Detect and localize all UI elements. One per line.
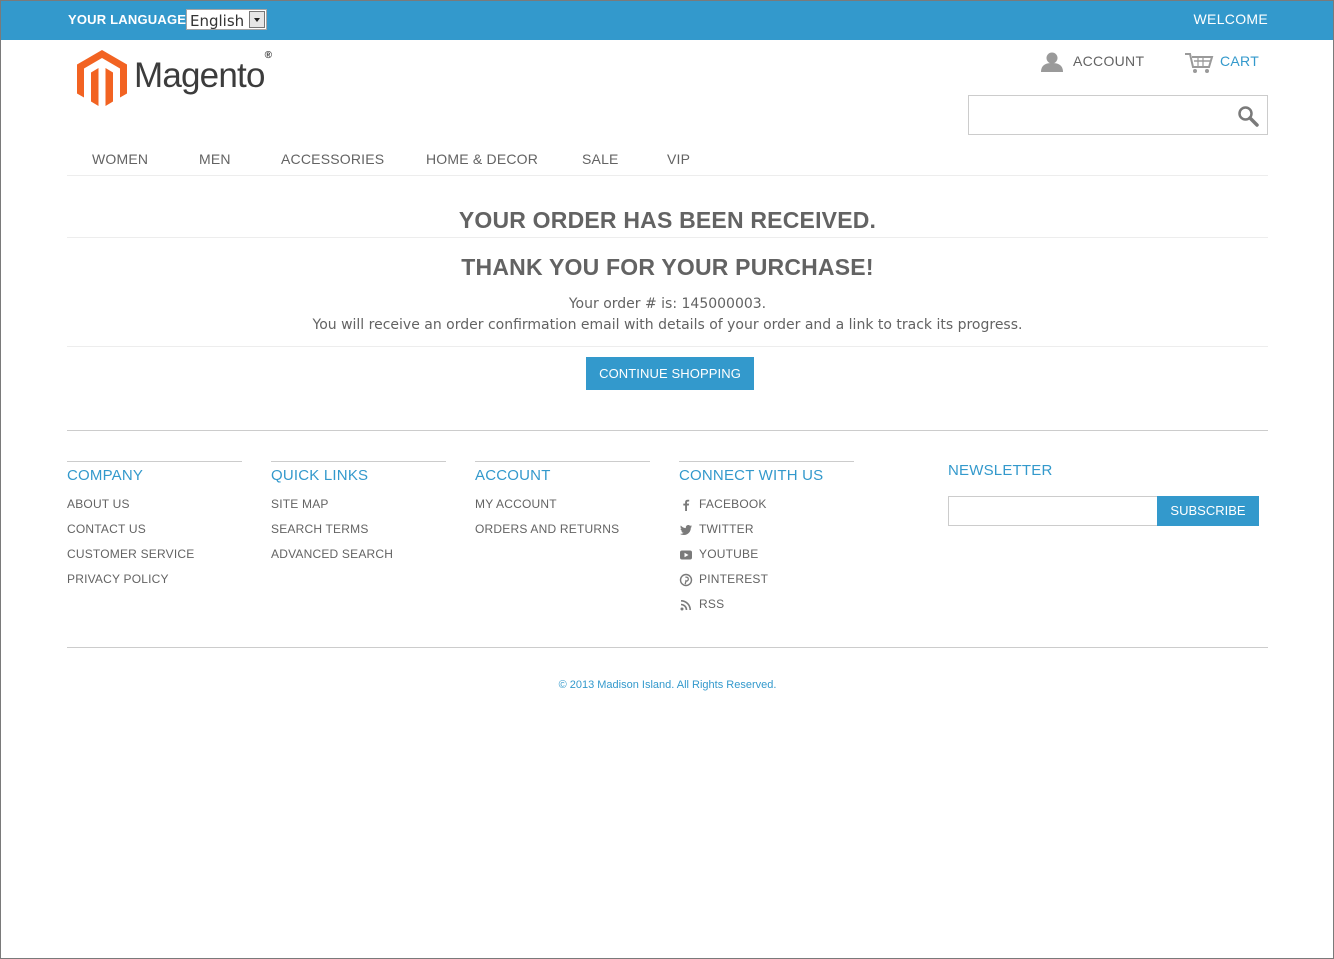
footer-column-title: ACCOUNT [475, 461, 650, 489]
cart-icon [1185, 53, 1214, 73]
footer-link-twitter[interactable]: TWITTER [679, 522, 854, 547]
nav-item-home-decor[interactable]: HOME & DECOR [426, 151, 538, 167]
footer-divider [67, 430, 1268, 431]
footer-column-title: QUICK LINKS [271, 461, 446, 489]
copyright-text: © 2013 Madison Island. All Rights Reserv… [558, 679, 777, 691]
footer-link-youtube[interactable]: YOUTUBE [679, 547, 854, 572]
footer-link-site-map[interactable]: SITE MAP [271, 497, 446, 522]
cart-label: CART [1220, 53, 1260, 69]
footer-column-title: COMPANY [67, 461, 242, 489]
nav-item-accessories[interactable]: ACCESSORIES [281, 151, 384, 167]
divider [67, 346, 1268, 347]
magento-logo-icon [77, 50, 127, 106]
footer-link-orders-and-returns[interactable]: ORDERS AND RETURNS [475, 522, 650, 547]
footer-link-label: RSS [699, 597, 725, 611]
footer-link-search-terms[interactable]: SEARCH TERMS [271, 522, 446, 547]
search-box [968, 95, 1268, 135]
footer-link-advanced-search[interactable]: ADVANCED SEARCH [271, 547, 446, 572]
footer-link-customer-service[interactable]: CUSTOMER SERVICE [67, 547, 242, 572]
footer-column-company: COMPANY ABOUT US CONTACT US CUSTOMER SER… [67, 461, 242, 597]
account-label: ACCOUNT [1073, 53, 1145, 69]
footer-column-connect: CONNECT WITH US FACEBOOK TWITTER YOUTUBE [679, 461, 854, 622]
chevron-down-icon [249, 11, 265, 28]
language-label: YOUR LANGUAGE: [68, 12, 191, 27]
footer-column-account: ACCOUNT MY ACCOUNT ORDERS AND RETURNS [475, 461, 650, 547]
nav-item-women[interactable]: WOMEN [92, 151, 148, 167]
footer-column-title: CONNECT WITH US [679, 461, 854, 489]
subscribe-button[interactable]: SUBSCRIBE [1157, 496, 1259, 526]
order-number-text: Your order # is: 145000003. [568, 296, 767, 312]
search-icon[interactable] [1237, 105, 1259, 127]
welcome-message: WELCOME [1193, 11, 1268, 27]
top-bar: YOUR LANGUAGE: English WELCOME [1, 1, 1333, 40]
footer-link-label: FACEBOOK [699, 497, 767, 511]
twitter-icon [680, 525, 692, 535]
main-nav: WOMEN MEN ACCESSORIES HOME & DECOR SALE … [67, 145, 1268, 176]
footer-link-contact-us[interactable]: CONTACT US [67, 522, 242, 547]
divider [67, 237, 1268, 238]
footer-link-label: YOUTUBE [699, 547, 759, 561]
language-select[interactable]: English [186, 9, 267, 30]
footer-column-quick-links: QUICK LINKS SITE MAP SEARCH TERMS ADVANC… [271, 461, 446, 572]
nav-item-vip[interactable]: VIP [667, 151, 690, 167]
nav-item-sale[interactable]: SALE [582, 151, 619, 167]
logo-wordmark: Magento® [134, 50, 272, 95]
search-input[interactable] [969, 96, 1229, 134]
youtube-icon [680, 550, 692, 560]
footer-divider [67, 647, 1268, 648]
nav-item-men[interactable]: MEN [199, 151, 231, 167]
footer-link-about-us[interactable]: ABOUT US [67, 497, 242, 522]
pinterest-icon [679, 573, 693, 587]
page-title: YOUR ORDER HAS BEEN RECEIVED. [458, 207, 877, 233]
footer-link-label: TWITTER [699, 522, 754, 536]
footer-link-pinterest[interactable]: PINTEREST [679, 572, 854, 597]
footer-link-rss[interactable]: RSS [679, 597, 854, 622]
rss-icon [680, 600, 691, 611]
newsletter-email-input[interactable] [948, 496, 1158, 526]
language-select-value: English [190, 12, 245, 30]
footer-link-label: PINTEREST [699, 572, 769, 586]
facebook-icon [683, 499, 690, 511]
continue-shopping-button[interactable]: CONTINUE SHOPPING [586, 357, 754, 390]
footer-link-facebook[interactable]: FACEBOOK [679, 497, 854, 522]
newsletter-title: NEWSLETTER [948, 462, 1053, 479]
footer-link-privacy-policy[interactable]: PRIVACY POLICY [67, 572, 242, 597]
user-icon [1041, 52, 1063, 72]
confirmation-text: You will receive an order confirmation e… [312, 317, 1023, 333]
magento-logo[interactable]: Magento® [77, 50, 277, 108]
footer-link-my-account[interactable]: MY ACCOUNT [475, 497, 650, 522]
thank-you-heading: THANK YOU FOR YOUR PURCHASE! [461, 254, 874, 280]
